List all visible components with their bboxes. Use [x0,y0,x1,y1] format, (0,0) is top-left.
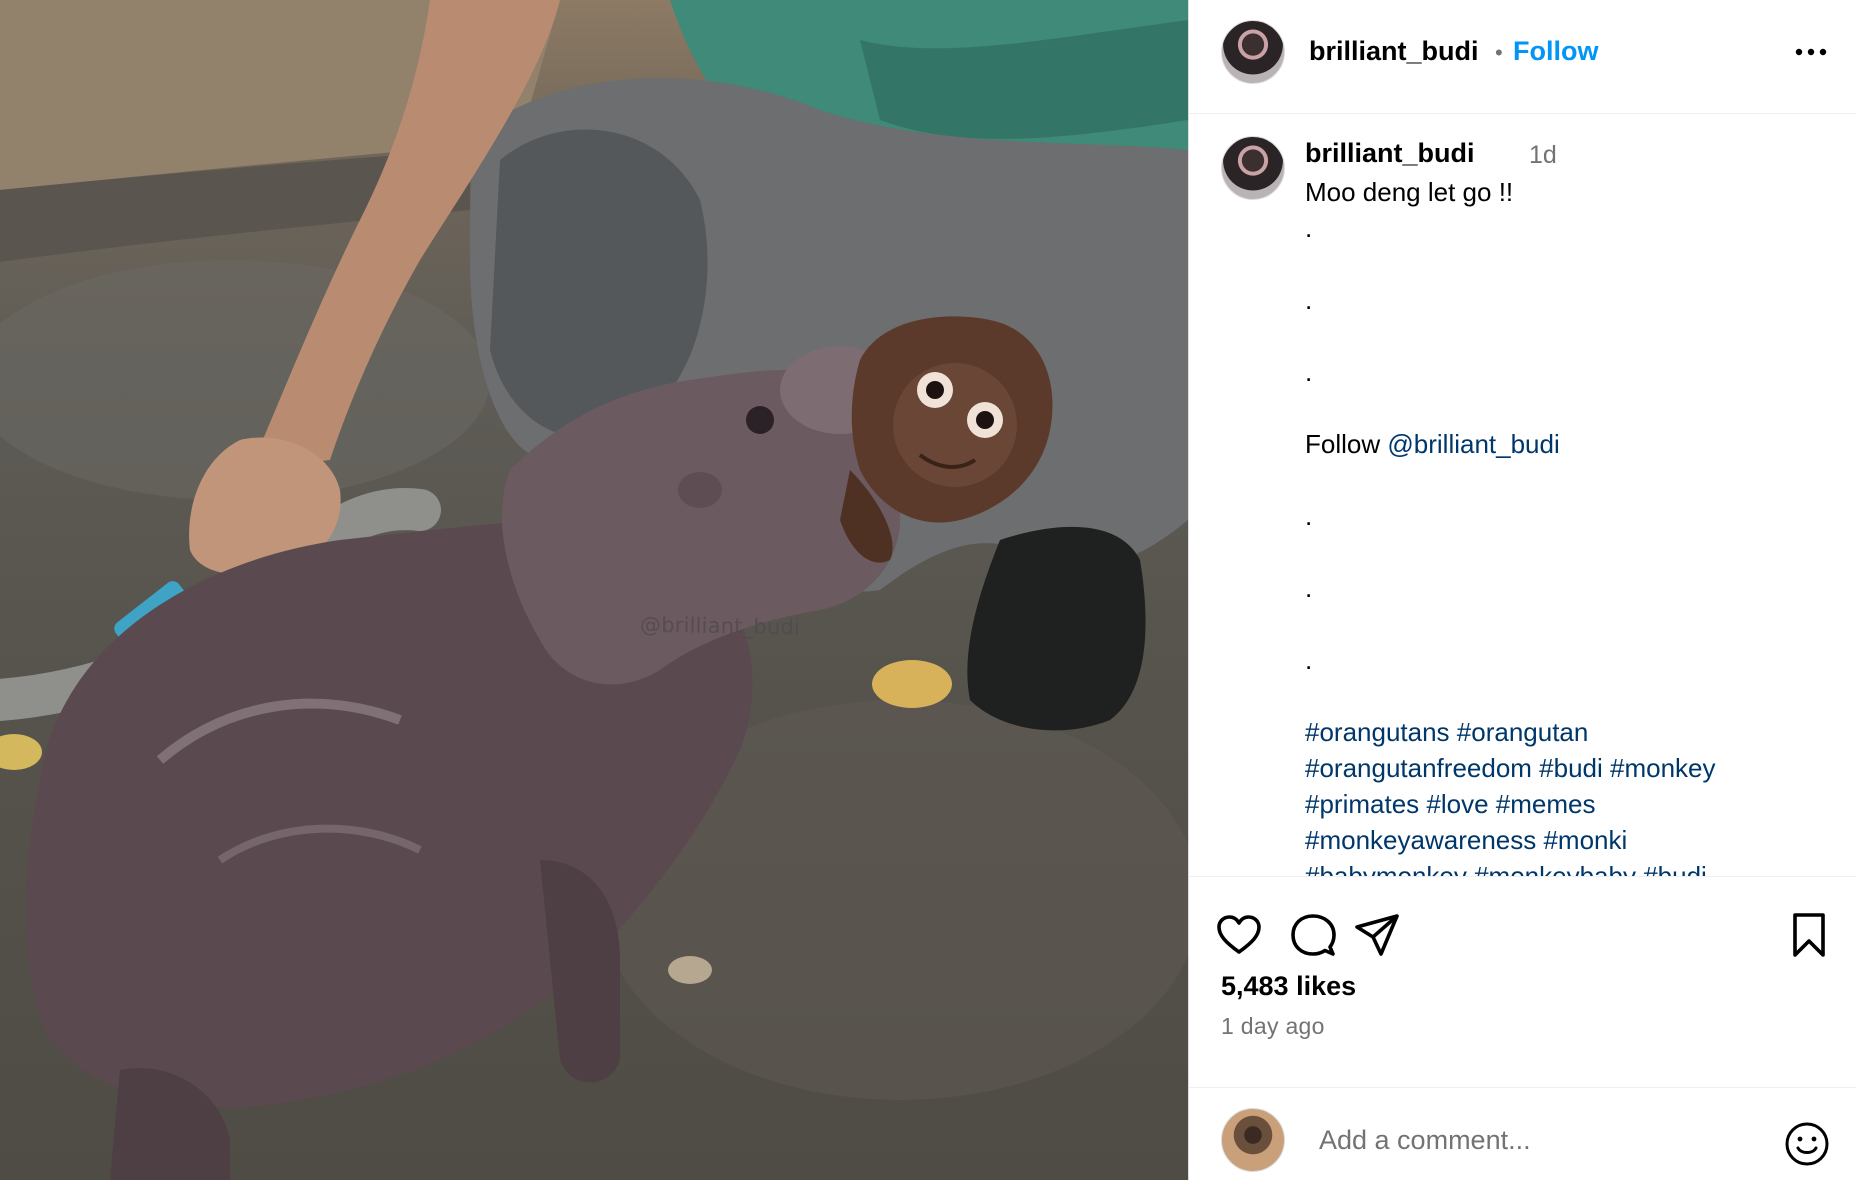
hashtag-line[interactable]: #primates #love #memes [1305,786,1825,822]
caption-dot: . [1305,285,1313,315]
caption-timestamp[interactable]: 1d [1529,141,1557,170]
comment-input[interactable] [1319,1118,1739,1162]
comment-composer [1189,1087,1856,1180]
comment-icon[interactable] [1289,911,1337,959]
more-horizontal-icon[interactable] [1793,40,1829,64]
caption-main-text: Moo deng let go !! [1305,177,1514,207]
heart-icon[interactable] [1215,911,1263,959]
photo-illustration [0,0,1188,1180]
caption-follow-prefix: Follow [1305,429,1381,459]
caption-author-avatar[interactable] [1221,136,1285,200]
caption-text: Moo deng let go !! . . . Follow @brillia… [1305,174,1825,876]
caption-dot: . [1305,501,1313,531]
post-actions: 5,483 likes 1 day ago [1189,876,1856,1180]
follow-button[interactable]: Follow [1513,36,1598,67]
caption-username[interactable]: brilliant_budi [1305,138,1475,169]
caption-section: brilliant_budi 1d Moo deng let go !! . .… [1189,114,1856,876]
hashtag-line[interactable]: #babymonkey #monkeybaby #budi [1305,858,1825,876]
post-photo[interactable]: @brilliant_budi [0,0,1188,1180]
caption-mention-link[interactable]: @brilliant_budi [1387,429,1559,459]
likes-count[interactable]: 5,483 likes [1221,971,1356,1002]
caption-follow-line: Follow @brilliant_budi [1305,426,1825,462]
caption-dot: . [1305,573,1313,603]
post-header: brilliant_budi • Follow [1189,0,1856,114]
caption-dot: . [1305,213,1313,243]
hashtag-line[interactable]: #orangutanfreedom #budi #monkey [1305,750,1825,786]
post-side-panel: brilliant_budi • Follow brilliant_budi 1… [1188,0,1856,1180]
header-separator: • [1495,40,1503,65]
caption-hashtags: #orangutans #orangutan #orangutanfreedom… [1305,714,1825,876]
caption-dot: . [1305,645,1313,675]
emoji-icon[interactable] [1783,1120,1831,1168]
author-avatar[interactable] [1221,20,1285,84]
hashtag-line[interactable]: #orangutans #orangutan [1305,714,1825,750]
caption-dot: . [1305,357,1313,387]
instagram-post: @brilliant_budi brilliant_budi • Follow … [0,0,1856,1180]
viewer-avatar [1221,1108,1285,1172]
photo-watermark: @brilliant_budi [639,612,801,640]
post-date[interactable]: 1 day ago [1221,1013,1325,1040]
share-icon[interactable] [1353,911,1401,959]
author-username[interactable]: brilliant_budi [1309,36,1479,67]
hashtag-line[interactable]: #monkeyawareness #monki [1305,822,1825,858]
bookmark-icon[interactable] [1785,911,1833,959]
